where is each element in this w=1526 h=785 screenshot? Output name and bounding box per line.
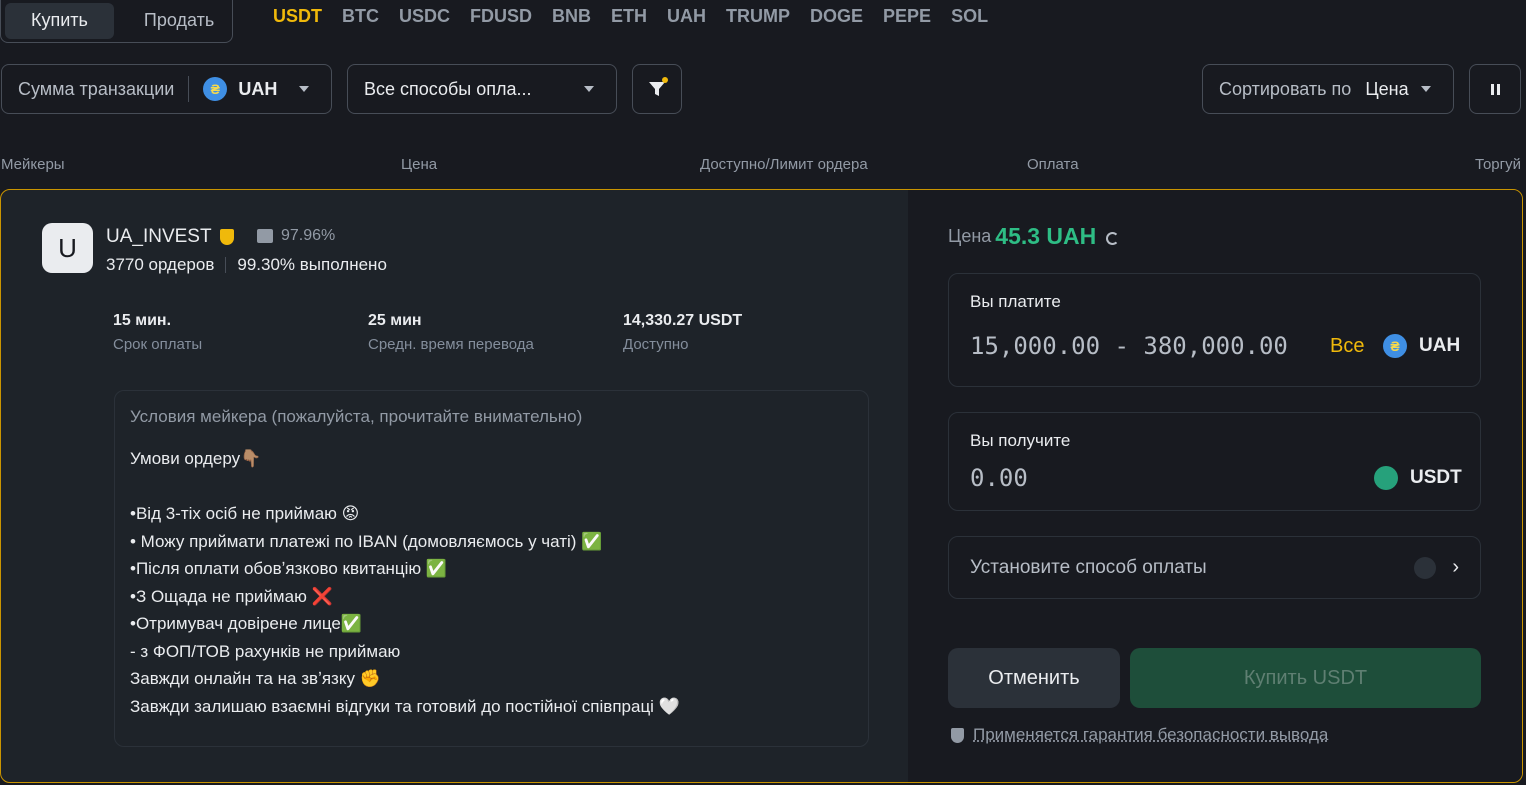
pause-icon (1490, 83, 1494, 95)
terms-line: Завжди онлайн та на звʼязку ✊ (130, 669, 381, 688)
pay-currency-code: UAH (1419, 335, 1461, 356)
set-payment-label: Установите способ оплаты (970, 556, 1207, 578)
withdrawal-guarantee-link[interactable]: Применяется гарантия безопасности вывода (951, 725, 1328, 745)
sort-label: Сортировать по (1219, 78, 1352, 99)
order-price: Цена 45.3 UAH (948, 223, 1120, 250)
coin-tab-pepe[interactable]: PEPE (883, 6, 931, 27)
table-header: Мейкеры Цена Доступно/Лимит ордера Оплат… (0, 156, 1526, 176)
coin-tab-bnb[interactable]: BNB (552, 6, 591, 27)
caret-down-icon (584, 86, 594, 92)
expanded-offer-card: U UA_INVEST 97.96% 3770 ордеров 99.30% в… (0, 189, 1523, 783)
guarantee-text: Применяется гарантия безопасности вывода (973, 725, 1329, 744)
chevron-right-icon: › (1452, 556, 1459, 578)
tether-icon (1374, 466, 1398, 490)
terms-line: - з ФОП/ТОВ рахунків не приймаю (130, 641, 401, 661)
coin-tab-eth[interactable]: ETH (611, 6, 647, 27)
payment-methods-value: Все способы опла... (364, 78, 532, 99)
terms-line (130, 473, 853, 501)
coin-tab-sol[interactable]: SOL (951, 6, 988, 27)
terms-line: Завжди залишаю взаємні відгуки та готови… (130, 696, 680, 716)
coin-tab-uah[interactable]: UAH (667, 6, 706, 27)
pay-amount-input[interactable]: 15,000.00 - 380,000.00 (970, 332, 1288, 360)
avg-transfer-label: Средн. время перевода (368, 336, 534, 353)
maker-name-row: UA_INVEST (106, 226, 234, 248)
coin-tab-usdt[interactable]: USDT (273, 6, 322, 27)
maker-name[interactable]: UA_INVEST (106, 226, 212, 248)
tab-sell[interactable]: Продать (118, 2, 240, 40)
completion-rate: 99.30% выполнено (237, 255, 387, 274)
maker-terms[interactable]: Условия мейкера (пожалуйста, прочитайте … (114, 390, 869, 747)
pause-icon (1496, 83, 1500, 95)
price-label: Цена (948, 226, 992, 246)
sort-value: Цена (1365, 78, 1409, 99)
thumbs-up-icon (257, 229, 273, 243)
tab-buy[interactable]: Купить (5, 2, 114, 39)
refresh-icon[interactable] (1106, 232, 1120, 245)
terms-line: •З Ощада не приймаю ❌ (130, 586, 333, 606)
shield-icon (951, 727, 964, 743)
pause-refresh-button[interactable] (1469, 64, 1521, 114)
terms-title: Условия мейкера (пожалуйста, прочитайте … (130, 407, 583, 426)
divider (225, 257, 227, 273)
column-payment: Оплата (1027, 156, 1079, 173)
caret-down-icon (299, 86, 309, 92)
terms-line: •Від 3-тіх осіб не приймаю 😡 (130, 504, 360, 523)
sort-select[interactable]: Сортировать по Цена (1202, 64, 1454, 114)
pay-amount-field[interactable]: Вы платите 15,000.00 - 380,000.00 Все ₴ … (948, 273, 1481, 387)
buy-sell-toggle: Купить Продать (0, 0, 233, 43)
available-value: 14,330.27 USDT (623, 312, 743, 329)
receive-currency: USDT (1374, 466, 1462, 490)
column-trade: Торгуй (1474, 156, 1521, 173)
column-available: Доступно/Лимит ордера (700, 156, 868, 173)
merchant-badge-icon (219, 229, 234, 245)
cancel-button[interactable]: Отменить (948, 648, 1120, 708)
currency-value: UAH (238, 78, 278, 99)
rating-value: 97.96% (281, 227, 336, 244)
set-payment-method[interactable]: Установите способ оплаты › (948, 536, 1481, 599)
column-makers: Мейкеры (1, 156, 65, 173)
terms-line: •Після оплати обовʼязково квитанцію ✅ (130, 559, 448, 578)
amount-label: Сумма транзакции (18, 78, 175, 99)
price-value: 45.3 UAH (995, 223, 1097, 249)
filter-active-dot (662, 77, 668, 83)
coin-tab-doge[interactable]: DOGE (810, 6, 863, 27)
available-label: Доступно (623, 336, 689, 353)
payment-time: 15 мин. Срок оплаты (113, 312, 202, 353)
column-price: Цена (401, 156, 438, 173)
receive-label: Вы получите (970, 431, 1071, 450)
maker-rating: 97.96% (257, 227, 335, 245)
coin-tab-btc[interactable]: BTC (342, 6, 379, 27)
receive-amount-field[interactable]: Вы получите 0.00 USDT (948, 412, 1481, 511)
terms-line: Умови ордеру👇🏽 (130, 449, 262, 468)
transaction-amount-filter[interactable]: Сумма транзакции ₴ UAH (1, 64, 332, 114)
receive-currency-code: USDT (1410, 467, 1462, 488)
hryvnia-coin-icon: ₴ (203, 77, 228, 101)
coin-tabs: USDT BTC USDC FDUSD BNB ETH UAH TRUMP DO… (273, 6, 988, 27)
payment-method-placeholder-icon (1414, 556, 1437, 579)
pay-all-button[interactable]: Все (1330, 335, 1364, 358)
avg-transfer-time: 25 мин Средн. время перевода (368, 312, 534, 353)
orders-count: 3770 ордеров (106, 255, 215, 274)
coin-tab-fdusd[interactable]: FDUSD (470, 6, 532, 27)
hryvnia-coin-icon: ₴ (1383, 334, 1407, 358)
payment-time-value: 15 мин. (113, 312, 172, 329)
terms-line: • Можу приймати платежі по IBAN (домовля… (130, 531, 603, 551)
available-amount: 14,330.27 USDT Доступно (623, 312, 742, 353)
buy-usdt-button[interactable]: Купить USDT (1130, 648, 1481, 708)
filter-button[interactable] (632, 64, 682, 114)
divider (188, 76, 190, 102)
terms-line: •Отримувач довірене лице✅ (130, 614, 363, 633)
payment-time-label: Срок оплаты (113, 336, 203, 353)
pay-currency: ₴ UAH (1383, 334, 1460, 358)
coin-tab-trump[interactable]: TRUMP (726, 6, 790, 27)
receive-amount-input[interactable]: 0.00 (970, 464, 1028, 492)
payment-methods-select[interactable]: Все способы опла... (347, 64, 617, 114)
avg-transfer-value: 25 мин (368, 312, 422, 329)
maker-stats: 3770 ордеров 99.30% выполнено (106, 255, 387, 275)
caret-down-icon (1421, 86, 1431, 92)
avatar[interactable]: U (42, 223, 93, 273)
pay-label: Вы платите (970, 292, 1061, 311)
coin-tab-usdc[interactable]: USDC (399, 6, 450, 27)
